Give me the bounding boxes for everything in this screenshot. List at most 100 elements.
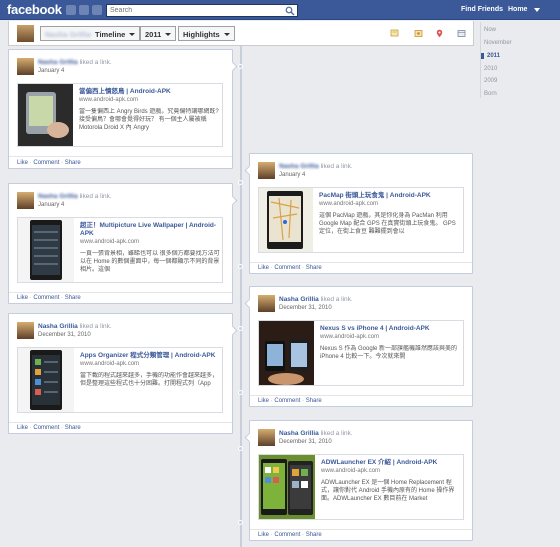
link-title[interactable]: 當偏西上憤怒鳥 | Android-APK [79,88,219,96]
post-actions: Like · Comment · Share [17,295,81,301]
avatar[interactable] [17,322,34,339]
year-item-2009[interactable]: 2009 [484,78,497,84]
chevron-down-icon [223,33,230,36]
post-date[interactable]: January 4 [38,68,64,74]
year-item-2011[interactable]: 2011 [481,53,500,59]
avatar[interactable] [17,192,34,209]
status-icon[interactable] [390,29,399,38]
avatar[interactable] [258,295,275,312]
timeline-dot [238,390,243,395]
shared-link-preview[interactable]: ADWLauncher EX 介紹 | Android-APK www.andr… [258,454,464,520]
post-author-line: Nasha Grillia liked a link. [38,193,112,200]
comment-link[interactable]: Comment [274,398,300,404]
avatar[interactable] [258,429,275,446]
photo-icon[interactable] [414,29,423,38]
post-author-name[interactable]: Nasha Grillia [38,59,78,66]
like-link[interactable]: Like [17,160,28,166]
share-link[interactable]: Share [306,532,322,538]
link-title[interactable]: PacMap 街頭上玩食鬼 | Android-APK [319,192,461,200]
share-link[interactable]: Share [65,295,81,301]
post-actions: Like · Comment · Share [17,160,81,166]
link-title[interactable]: Apps Organizer 程式分類管理 | Android-APK [80,352,220,360]
link-thumbnail-image [259,455,315,519]
facebook-logo[interactable]: facebook [7,2,62,17]
like-link[interactable]: Like [258,265,269,271]
place-icon[interactable] [435,29,444,38]
year-item-born[interactable]: Born [484,91,497,97]
comment-link[interactable]: Comment [33,295,59,301]
search-input[interactable] [107,5,282,16]
post-actions: Like · Comment · Share [258,265,322,271]
comment-link[interactable]: Comment [274,532,300,538]
avatar[interactable] [17,58,34,75]
shared-link-preview[interactable]: 當偏西上憤怒鳥 | Android-APK www.android-apk.co… [17,83,223,147]
shared-link-preview[interactable]: Nexus S vs iPhone 4 | Android-APK www.an… [258,320,464,386]
timeline-dot [238,64,243,69]
timeline-post-card: Nasha Grillia liked a link. January 4 當偏… [8,49,238,169]
find-friends-link[interactable]: Find Friends [461,6,503,13]
link-url: www.android-apk.com [321,468,381,474]
comment-link[interactable]: Comment [274,265,300,271]
comment-link[interactable]: Comment [33,160,59,166]
link-description: 一頁一張背景相，雖睇也可以 很多個方都要找方法可以在 Home 的數個畫面中，每… [80,251,220,273]
profile-avatar[interactable] [17,25,34,42]
post-author-line: Nasha Grillia liked a link. [279,430,353,437]
post-author-line: Nasha Grillia liked a link. [279,163,353,170]
like-link[interactable]: Like [258,532,269,538]
home-link[interactable]: Home [508,6,527,13]
shared-link-preview[interactable]: PacMap 街頭上玩食鬼 | Android-APK www.android-… [258,187,464,253]
post-action: liked a link. [320,296,353,303]
post-date[interactable]: December 31, 2010 [279,305,332,311]
notifications-icon[interactable] [92,5,102,15]
like-link[interactable]: Like [17,425,28,431]
post-date[interactable]: December 31, 2010 [38,332,91,338]
timeline-post-card: Nasha Grillia liked a link. December 31,… [244,420,473,541]
life-event-icon[interactable] [457,29,466,38]
post-author-line: Nasha Grillia liked a link. [38,59,112,66]
share-link[interactable]: Share [306,398,322,404]
top-navigation-bar: facebook Find Friends Home [0,0,560,20]
year-dropdown[interactable]: 2011 [140,26,177,41]
search-icon[interactable] [285,6,295,16]
comment-link[interactable]: Comment [33,425,59,431]
card-divider [9,422,232,423]
like-link[interactable]: Like [17,295,28,301]
card-pointer [227,195,238,206]
link-url: www.android-apk.com [80,239,140,245]
post-author-name[interactable]: Nasha Grillia [279,430,319,437]
post-date[interactable]: January 4 [38,202,64,208]
highlights-dropdown[interactable]: Highlights [178,26,235,41]
shared-link-preview[interactable]: 超正！Multipicture Live Wallpaper | Android… [17,217,223,283]
friend-requests-icon[interactable] [66,5,76,15]
link-thumbnail-image [18,84,73,146]
shared-link-preview[interactable]: Apps Organizer 程式分類管理 | Android-APK www.… [17,347,223,413]
timeline-dot [238,264,243,269]
share-link[interactable]: Share [65,160,81,166]
post-author-line: Nasha Grillia liked a link. [279,296,353,303]
messages-icon[interactable] [79,5,89,15]
post-author-name[interactable]: Nasha Grillia [38,323,78,330]
share-link[interactable]: Share [65,425,81,431]
post-author-name[interactable]: Nasha Grillia [38,193,78,200]
link-title[interactable]: Nexus S vs iPhone 4 | Android-APK [320,325,462,333]
post-author-name[interactable]: Nasha Grillia [279,296,319,303]
share-link[interactable]: Share [306,265,322,271]
like-link[interactable]: Like [258,398,269,404]
avatar[interactable] [258,162,275,179]
account-menu-chevron-down-icon[interactable] [534,8,540,12]
post-date[interactable]: January 4 [279,172,305,178]
timeline-post-card: Nasha Grillia liked a link. January 4 Pa… [244,153,473,274]
timeline-post-card: Nasha Grillia liked a link. January 4 超正… [8,183,238,304]
card-pointer [244,298,255,309]
post-action: liked a link. [320,430,353,437]
year-item-now[interactable]: Now [484,27,496,33]
link-title[interactable]: 超正！Multipicture Live Wallpaper | Android… [80,222,220,238]
search-box [106,4,298,17]
link-title[interactable]: ADWLauncher EX 介紹 | Android-APK [321,459,461,467]
post-author-name[interactable]: Nasha Grillia [279,163,319,170]
timeline-post-card: Nasha Grillia liked a link. December 31,… [244,286,473,407]
post-date[interactable]: December 31, 2010 [279,439,332,445]
year-item-2010[interactable]: 2010 [484,66,497,72]
year-item-november[interactable]: November [484,40,512,46]
timeline-dropdown[interactable]: Nasha Grillia Timeline [40,26,141,41]
